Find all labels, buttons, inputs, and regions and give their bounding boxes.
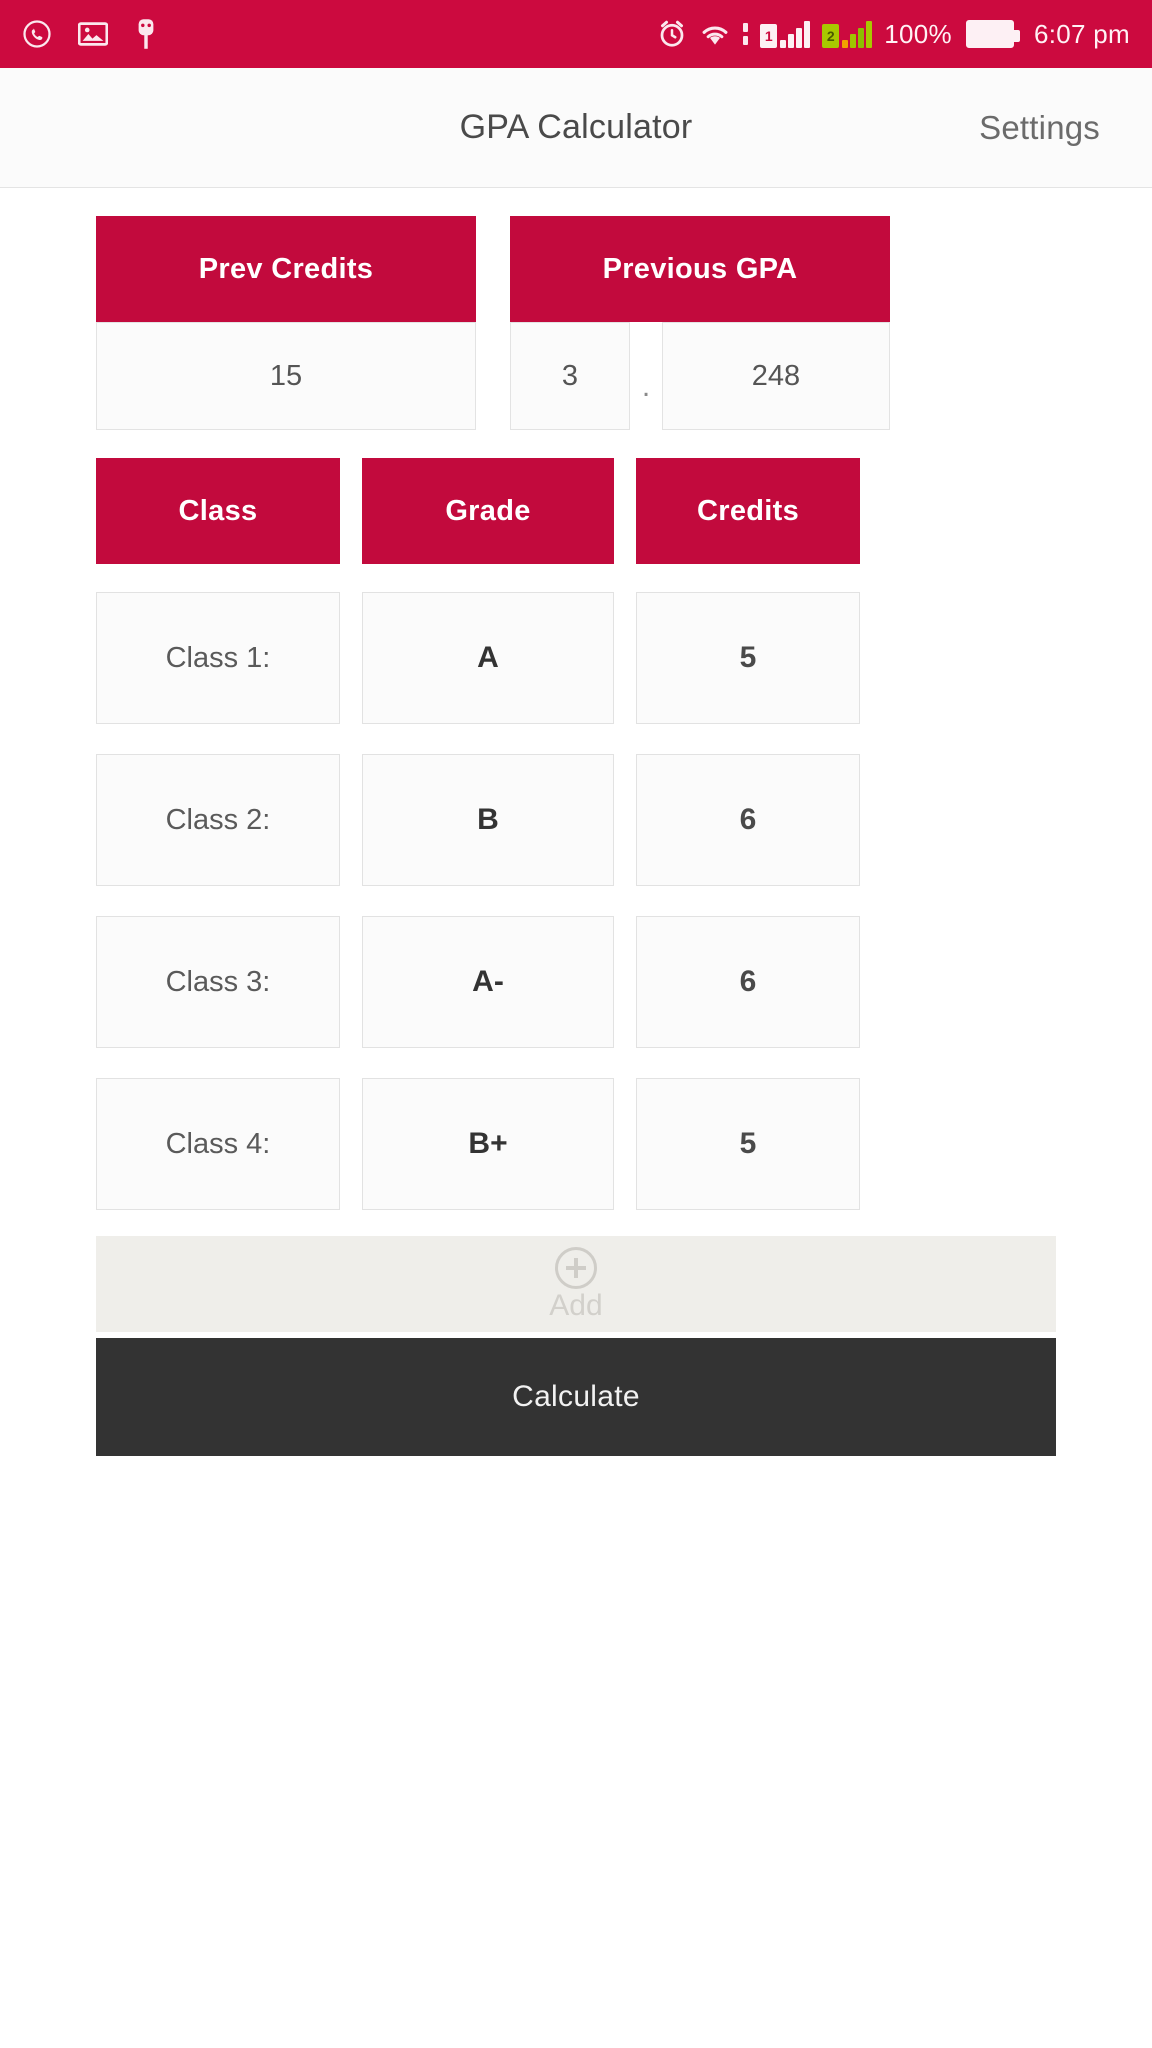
- battery-full-icon: [965, 20, 1020, 48]
- class-name-input[interactable]: Class 1:: [96, 592, 340, 724]
- class-name-input[interactable]: Class 4:: [96, 1078, 340, 1210]
- previous-headers-row: Prev Credits Previous GPA: [96, 216, 1056, 322]
- grade-select[interactable]: B: [362, 754, 614, 886]
- previous-section: Prev Credits Previous GPA 15 3 . 248: [96, 216, 1056, 430]
- previous-gpa-integer-input[interactable]: 3: [510, 322, 630, 430]
- usb-icon: [134, 18, 158, 50]
- prev-credits-input[interactable]: 15: [96, 322, 476, 430]
- status-bar-left-icons: [22, 18, 158, 50]
- grade-select[interactable]: A: [362, 592, 614, 724]
- sim1-badge: 1: [760, 24, 778, 48]
- table-header-row: Class Grade Credits: [96, 458, 1056, 564]
- alarm-icon: [657, 19, 687, 49]
- credits-input[interactable]: 5: [636, 592, 860, 724]
- previous-gpa-group: 3 . 248: [510, 322, 890, 430]
- app-header: GPA Calculator Settings: [0, 68, 1152, 188]
- calculate-button[interactable]: Calculate: [96, 1338, 1056, 1456]
- previous-values-row: 15 3 . 248: [96, 322, 1056, 430]
- prev-credits-header: Prev Credits: [96, 216, 476, 322]
- previous-gpa-decimal-input[interactable]: 248: [662, 322, 890, 430]
- image-icon: [78, 21, 108, 47]
- table-row: Class 2: B 6: [96, 754, 1056, 886]
- table-row: Class 1: A 5: [96, 592, 1056, 724]
- main-content: Prev Credits Previous GPA 15 3 . 248 Cla…: [0, 188, 1152, 2048]
- gpa-decimal-separator: .: [641, 370, 651, 403]
- table-row: Class 4: B+ 5: [96, 1078, 1056, 1210]
- settings-button[interactable]: Settings: [979, 109, 1100, 147]
- credits-column-header: Credits: [636, 458, 860, 564]
- grade-select[interactable]: B+: [362, 1078, 614, 1210]
- add-button-label: Add: [549, 1289, 603, 1322]
- credits-input[interactable]: 5: [636, 1078, 860, 1210]
- vibrate-icon: [743, 23, 749, 45]
- class-name-input[interactable]: Class 2:: [96, 754, 340, 886]
- signal-sim1-icon: 1: [760, 20, 811, 48]
- class-column-header: Class: [96, 458, 340, 564]
- previous-gpa-header: Previous GPA: [510, 216, 890, 322]
- status-bar-right-icons: 1 2 100% 6:07 pm: [657, 19, 1130, 50]
- whatsapp-icon: [22, 19, 52, 49]
- app-root: 1 2 100% 6:07 pm GPA Calculator Settings…: [0, 0, 1152, 2048]
- add-class-button[interactable]: Add: [96, 1236, 1056, 1332]
- sim2-badge: 2: [822, 24, 840, 48]
- plus-circle-icon: [555, 1247, 597, 1289]
- grade-select[interactable]: A-: [362, 916, 614, 1048]
- status-bar-clock: 6:07 pm: [1033, 18, 1130, 49]
- signal-sim2-icon: 2: [822, 20, 873, 48]
- battery-percent-label: 100%: [884, 18, 952, 49]
- wifi-icon: [699, 21, 731, 47]
- grade-column-header: Grade: [362, 458, 614, 564]
- credits-input[interactable]: 6: [636, 916, 860, 1048]
- class-name-input[interactable]: Class 3:: [96, 916, 340, 1048]
- table-row: Class 3: A- 6: [96, 916, 1056, 1048]
- credits-input[interactable]: 6: [636, 754, 860, 886]
- status-bar: 1 2 100% 6:07 pm: [0, 0, 1152, 68]
